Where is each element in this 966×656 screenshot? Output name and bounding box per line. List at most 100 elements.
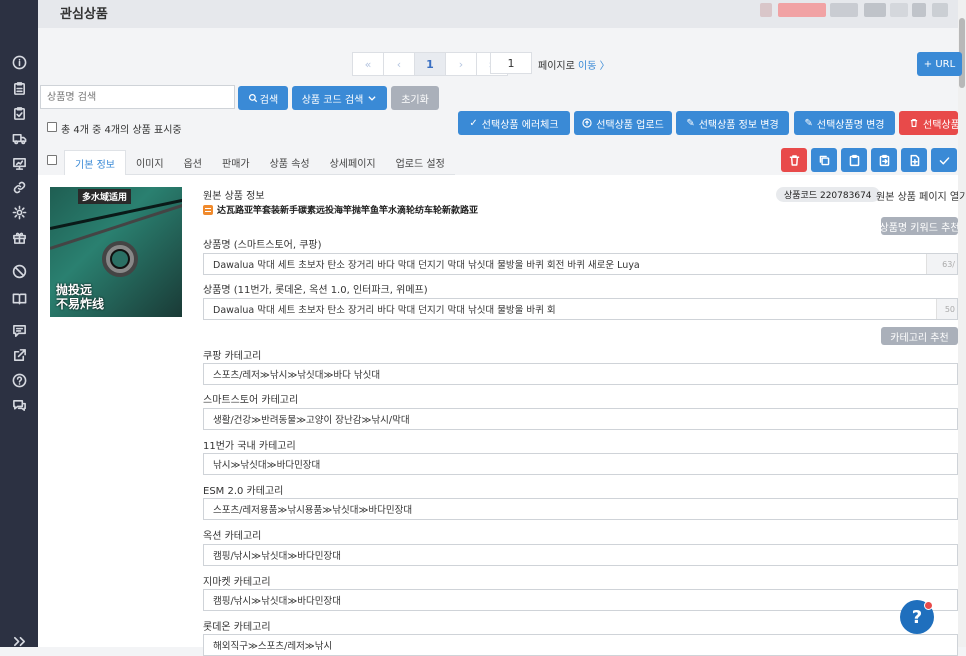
trash-icon [789,154,799,166]
next-page-button[interactable]: › [445,52,477,76]
name-change-label: 선택상품명 변경 [816,119,885,131]
category-recommend-button[interactable]: 카테고리 추천 [881,327,958,345]
add-url-button[interactable]: + URL [917,52,962,76]
show-all-checkbox[interactable] [47,122,57,132]
page-title: 관심상품 [60,7,108,22]
presentation-chart-icon[interactable] [0,152,38,174]
sidebar [0,0,38,647]
category-label: 롯데온 카테고리 [203,622,271,633]
prev-page-button[interactable]: ‹ [383,52,415,76]
category-label: 11번가 국내 카테고리 [203,441,296,452]
tab-options[interactable]: 옵션 [173,150,212,175]
category-field[interactable]: 캠핑/낚시≫낚싯대≫바다민장대 [203,544,958,566]
goto-prefix: 페이지로 [538,61,575,72]
category-label: 옥션 카테고리 [203,531,262,542]
page-number-input[interactable]: 1 [490,52,532,74]
original-info-label: 원본 상품 정보 [203,191,265,202]
category-field[interactable]: 스포츠/레저용품≫낚시용품≫낚싯대≫바다민장대 [203,498,958,520]
clipboard-button[interactable] [841,148,867,172]
delete-product-button[interactable] [781,148,807,172]
image-text-1: 抛投远 [56,283,93,297]
confirm-button[interactable] [931,148,957,172]
info-change-button[interactable]: ✎ 선택상품 정보 변경 [676,111,789,135]
tab-basic-info[interactable]: 기본 정보 [64,150,126,176]
first-page-button[interactable]: « [352,52,384,76]
product-count-text: 총 4개 중 4개의 상품 표시중 [61,125,182,136]
category-label: 지마켓 카테고리 [203,577,271,588]
chevron-down-icon [368,96,376,101]
original-page-link[interactable]: 원본 상품 페이지 열기 [876,188,966,203]
paste-button[interactable] [871,148,897,172]
check-icon: ✓ [469,117,478,129]
header-bar: 관심상품 [38,0,966,28]
category-field[interactable]: 캠핑/낚시≫낚싯대≫바다민장대 [203,589,958,611]
pagination: « ‹ 1 › » [352,52,508,76]
gear-icon[interactable] [0,201,38,223]
category-label: ESM 2.0 카테고리 [203,486,284,497]
delete-selected-button[interactable]: 선택상품 삭제 [899,111,958,135]
product-name-field-2[interactable]: Dawalua 막대 세트 초보자 탄소 장거리 바다 막대 던지기 막대 낚싯… [203,298,958,320]
category-field[interactable]: 생활/건강≫반려동물≫고양이 장난감≫낚시/막대 [203,408,958,430]
trash-icon [910,119,918,127]
tab-price[interactable]: 판매가 [212,150,260,175]
expand-sidebar-icon[interactable] [0,630,38,652]
tab-images[interactable]: 이미지 [125,150,174,175]
name-counter-1: 63/ [926,254,957,274]
copy-icon [819,155,829,165]
category-field[interactable]: 낚시≫낚싯대≫바다민장대 [203,453,958,475]
truck-icon[interactable] [0,127,38,149]
select-product-checkbox[interactable] [47,155,57,165]
add-file-button[interactable] [901,148,927,172]
question-icon: ? [911,606,923,628]
tab-attributes[interactable]: 상품 속성 [259,150,320,175]
category-field[interactable]: 해외직구≫스포츠/레저≫낚시 [203,634,958,656]
tab-upload-settings[interactable]: 업로드 설정 [385,150,455,175]
scrollbar[interactable] [958,0,966,647]
book-icon[interactable] [0,287,38,309]
product-image[interactable]: 多水域适用 抛投远 不易炸线 [50,187,182,317]
info-icon[interactable] [0,51,38,73]
product-name-value-2: Dawalua 막대 세트 초보자 탄소 장거리 바다 막대 던지기 막대 낚싯… [213,305,556,316]
delete-selected-label: 선택상품 삭제 [923,119,958,131]
gift-icon[interactable] [0,226,38,248]
notification-dot [924,601,933,610]
keyword-recommend-button[interactable]: 상품명 키워드 추천 [881,217,958,235]
block-icon[interactable] [0,260,38,282]
product-tabs: 기본 정보 이미지 옵션 판매가 상품 속성 상세페이지 업로드 설정 [64,150,455,176]
search-button[interactable]: 검색 [238,86,288,110]
name-label-2: 상품명 (11번가, 롯데온, 옥션 1.0, 인터파크, 위메프) [203,285,428,296]
code-search-label: 상품 코드 검색 [301,94,364,106]
name-label-1: 상품명 (스마트스토어, 쿠팡) [203,240,322,251]
help-chat-button[interactable]: ? [900,600,934,634]
page-1-button[interactable]: 1 [414,52,446,76]
upload-label: 선택상품 업로드 [596,119,664,131]
image-text-2: 不易炸线 [56,297,105,311]
error-check-button[interactable]: ✓ 선택상품 에러체크 [458,111,570,135]
code-search-dropdown[interactable]: 상품 코드 검색 [292,86,387,110]
comment-icon[interactable] [0,319,38,341]
upload-icon [582,118,592,128]
search-button-label: 검색 [259,94,279,106]
link-icon[interactable] [0,176,38,198]
upload-button[interactable]: 선택상품 업로드 [574,111,672,135]
tab-detail-page[interactable]: 상세페이지 [319,150,386,175]
check-icon [939,156,949,164]
clipboard-check-icon[interactable] [0,102,38,124]
search-icon [248,93,257,103]
image-tag-text: 多水域适用 [78,189,132,204]
info-change-label: 선택상품 정보 변경 [698,119,779,131]
product-name-field-1[interactable]: Dawalua 막대 세트 초보자 탄소 장거리 바다 막대 던지기 막대 낚싯… [203,253,958,275]
goto-page-link[interactable]: 이동 〉 [578,61,610,72]
chat-bubbles-icon[interactable] [0,394,38,416]
copy-product-button[interactable] [811,148,837,172]
clipboard-arrow-icon [879,154,889,166]
product-code-badge: 상품코드 220783674 [776,187,880,202]
search-input[interactable] [40,85,235,109]
external-link-icon[interactable] [0,344,38,366]
product-name-value-1: Dawalua 막대 세트 초보자 탄소 장거리 바다 막대 던지기 막대 낚싯… [213,260,640,271]
clipboard-icon[interactable] [0,77,38,99]
question-icon[interactable] [0,369,38,391]
category-field[interactable]: 스포츠/레저≫낚시≫낚싯대≫바다 낚싯대 [203,363,958,385]
name-change-button[interactable]: ✎ 선택상품명 변경 [794,111,895,135]
reset-button[interactable]: 초기화 [391,86,439,110]
